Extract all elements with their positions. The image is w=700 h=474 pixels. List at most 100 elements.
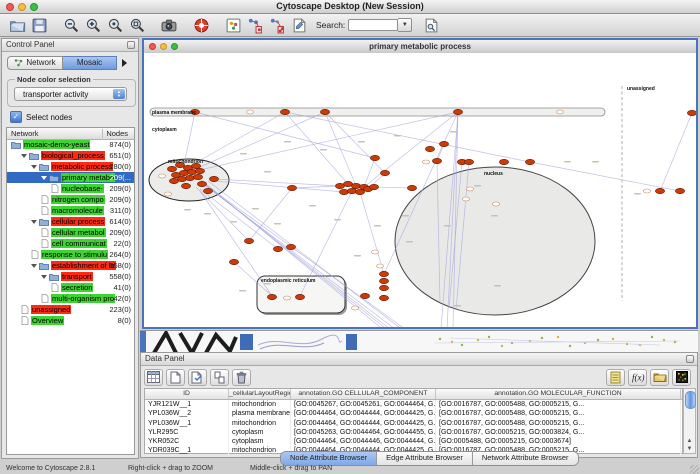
- network-node[interactable]: [195, 168, 204, 173]
- network-node[interactable]: [280, 109, 289, 114]
- scroll-up-icon[interactable]: ▲: [684, 437, 695, 445]
- snapshot-camera-icon[interactable]: [160, 16, 178, 34]
- tree-row[interactable]: biological_process651(0): [7, 150, 134, 161]
- tab-network[interactable]: Network: [7, 56, 63, 70]
- trash-icon[interactable]: [232, 369, 251, 386]
- tree-row[interactable]: unassigned223(0): [7, 304, 134, 315]
- network-node[interactable]: [287, 185, 296, 190]
- network-node-open[interactable]: [556, 110, 563, 114]
- function-icon[interactable]: f(x): [628, 369, 647, 386]
- table-row[interactable]: YPL036W__2plasma membrane[GO:0044464, GO…: [145, 409, 682, 418]
- network-node-open[interactable]: [466, 187, 473, 191]
- network-node[interactable]: [379, 295, 388, 300]
- search-dropdown-icon[interactable]: ▼: [398, 18, 412, 32]
- zoom-selected-icon[interactable]: [106, 16, 124, 34]
- disclosure-triangle-icon[interactable]: [31, 220, 37, 224]
- help-lifering-icon[interactable]: [192, 16, 210, 34]
- select-neighbors-icon[interactable]: [268, 16, 286, 34]
- resize-grip[interactable]: [690, 465, 699, 474]
- annotation-page-icon[interactable]: [290, 16, 308, 34]
- network-node[interactable]: [499, 159, 508, 164]
- network-node[interactable]: [193, 174, 202, 179]
- matrix-icon[interactable]: [672, 369, 691, 386]
- frame-close-icon[interactable]: [149, 43, 156, 50]
- search-options-icon[interactable]: [422, 16, 440, 34]
- network-node[interactable]: [295, 294, 304, 299]
- tree-row[interactable]: multi-organism pro42(0): [7, 293, 134, 304]
- tree-row[interactable]: cell communicat22(0): [7, 238, 134, 249]
- network-canvas[interactable]: plasma membranecytoplasmmitochondrionnuc…: [144, 53, 696, 327]
- disclosure-triangle-icon[interactable]: [31, 264, 37, 268]
- tree-row[interactable]: metabolic process280(0): [7, 161, 134, 172]
- network-node[interactable]: [181, 183, 190, 188]
- network-node[interactable]: [525, 159, 534, 164]
- network-node[interactable]: [339, 189, 348, 194]
- network-node-open[interactable]: [376, 264, 383, 268]
- save-icon[interactable]: [30, 16, 48, 34]
- unify-attribute-icon[interactable]: [210, 369, 229, 386]
- network-node-open[interactable]: [283, 296, 290, 300]
- zoom-window-icon[interactable]: [30, 3, 38, 11]
- network-node[interactable]: [453, 109, 462, 114]
- zoom-out-icon[interactable]: [62, 16, 80, 34]
- tree-row[interactable]: cellular process614(0): [7, 216, 134, 227]
- tree-row[interactable]: transport558(0): [7, 271, 134, 282]
- table-row[interactable]: YLR295Ccytoplasm[GO:0045263, GO:0044464,…: [145, 428, 682, 437]
- table-column-header[interactable]: annotation.GO MOLECULAR_FUNCTION: [436, 389, 681, 399]
- tree-row[interactable]: establishment of lo558(0): [7, 260, 134, 271]
- scrollbar-thumb[interactable]: [685, 391, 696, 409]
- import-folder-icon[interactable]: [650, 369, 669, 386]
- first-neighbors-icon[interactable]: [246, 16, 264, 34]
- network-node[interactable]: [177, 176, 186, 181]
- network-node[interactable]: [167, 166, 176, 171]
- network-node[interactable]: [425, 146, 434, 151]
- network-node[interactable]: [244, 238, 253, 243]
- disclosure-triangle-icon[interactable]: [41, 176, 47, 180]
- network-node[interactable]: [675, 188, 684, 193]
- notepad-icon[interactable]: [606, 369, 625, 386]
- network-node[interactable]: [464, 159, 473, 164]
- network-node-open[interactable]: [643, 189, 650, 193]
- network-node-open[interactable]: [246, 110, 253, 114]
- table-column-header[interactable]: ID: [145, 389, 229, 399]
- window-titlebar[interactable]: Cytoscape Desktop (New Session): [0, 0, 700, 14]
- table-scrollbar[interactable]: ▲ ▼: [683, 388, 696, 454]
- float-data-panel-icon[interactable]: [686, 355, 694, 363]
- network-node[interactable]: [370, 155, 379, 160]
- network-overview-icon[interactable]: [224, 16, 242, 34]
- network-node[interactable]: [209, 176, 218, 181]
- network-node[interactable]: [185, 175, 194, 180]
- table-column-header[interactable]: _cellularLayoutRegion: [229, 389, 291, 399]
- network-node-open[interactable]: [492, 202, 499, 206]
- network-node[interactable]: [267, 294, 276, 299]
- node-color-dropdown[interactable]: transporter activity ▲▼: [14, 87, 127, 101]
- network-node-open[interactable]: [462, 197, 469, 201]
- delete-attribute-icon[interactable]: [188, 369, 207, 386]
- disclosure-triangle-icon[interactable]: [41, 275, 47, 279]
- zoom-fit-icon[interactable]: [128, 16, 146, 34]
- zoom-in-icon[interactable]: [84, 16, 102, 34]
- table-column-header[interactable]: annotation.GO CELLULAR_COMPONENT: [291, 389, 436, 399]
- open-icon[interactable]: [8, 16, 26, 34]
- disclosure-triangle-icon[interactable]: [21, 154, 27, 158]
- network-node[interactable]: [439, 141, 448, 146]
- select-nodes-checkbox[interactable]: ✓: [10, 111, 22, 123]
- tab-scroll-right-icon[interactable]: [122, 59, 127, 67]
- network-node[interactable]: [286, 244, 295, 249]
- network-node[interactable]: [379, 285, 388, 290]
- new-attribute-icon[interactable]: [166, 369, 185, 386]
- search-input[interactable]: [348, 19, 398, 31]
- network-node[interactable]: [187, 169, 196, 174]
- tree-row[interactable]: primary metabo209(...: [7, 172, 134, 183]
- tree-row[interactable]: mosaic-demo-yeast874(0): [7, 139, 134, 150]
- network-node-open[interactable]: [158, 174, 165, 178]
- network-node[interactable]: [347, 188, 356, 193]
- tree-row[interactable]: nitrogen compo209(0): [7, 194, 134, 205]
- frame-minimize-icon[interactable]: [160, 43, 167, 50]
- network-node[interactable]: [369, 184, 378, 189]
- frame-zoom-icon[interactable]: [171, 43, 178, 50]
- network-node[interactable]: [432, 158, 441, 163]
- tree-row[interactable]: nucleobase-209(0): [7, 183, 134, 194]
- network-node[interactable]: [273, 246, 282, 251]
- network-node[interactable]: [320, 109, 329, 114]
